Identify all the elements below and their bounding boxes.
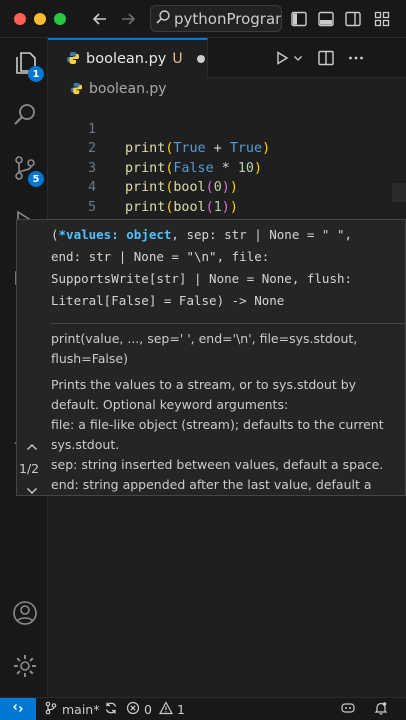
accounts-button[interactable] [8,598,42,632]
doc-line: file: a file-like object (stream); defau… [51,417,384,452]
warning-icon [158,700,173,718]
error-icon [126,701,140,718]
toggle-primary-sidebar-icon[interactable] [287,7,311,31]
doc-line: end: string appended after the last valu… [51,477,372,492]
copilot-status[interactable] [340,698,356,720]
more-actions-icon[interactable] [344,46,368,70]
search-view-button[interactable] [8,100,42,134]
search-icon [155,9,171,29]
signature-help-popup[interactable]: (*values: object, sep: str | None = " ",… [16,219,406,496]
python-file-icon [66,50,80,69]
warning-count: 1 [176,701,185,717]
back-arrow-icon[interactable] [88,7,112,31]
doc-line: sep: string inserted between values, def… [51,457,384,472]
code-line-active: 6 print(bool('Subs [48,198,406,255]
explorer-button[interactable]: 1 [8,48,44,82]
gear-icon [11,652,39,684]
explorer-badge: 1 [28,66,44,82]
doc-signature: print(value, ..., sep=' ', end='\n', fil… [51,331,358,366]
unsaved-dot-icon[interactable] [196,55,205,63]
split-editor-icon[interactable] [314,46,338,70]
branch-status[interactable]: main* [44,698,99,720]
git-branch-icon [44,701,58,718]
code-editor[interactable]: 1 print(True + True) 2 print(False * 10)… [48,100,406,255]
editor-tab-bar: boolean.py U [48,38,406,78]
tab-filename: boolean.py [86,51,167,67]
doc-line: Prints the values to a stream, or to sys… [51,377,357,412]
error-count: 0 [144,701,152,717]
search-icon [12,102,38,132]
sync-button[interactable] [104,698,118,720]
code-line: 3 print(bool(0)) [48,139,406,196]
next-overload-chevron-down-icon[interactable] [25,482,39,494]
minimize-window-button[interactable] [34,13,46,25]
manage-settings-button[interactable] [8,651,42,685]
toggle-secondary-sidebar-icon[interactable] [341,7,365,31]
code-line: 5 print(bool('')) [48,178,406,235]
toggle-panel-icon[interactable] [314,7,338,31]
code-line: 1 print(True + True) [48,100,406,157]
copilot-icon [340,701,356,718]
account-icon [11,599,39,631]
maximize-window-button[interactable] [54,13,66,25]
code-line: 4 print(bool(1)) [48,159,406,215]
title-bar: pythonPrograms [0,0,406,38]
search-label: pythonPrograms [174,9,281,28]
untracked-indicator: U [172,51,183,67]
close-window-button[interactable] [14,13,26,25]
code-line: 2 print(False * 10) [48,120,406,176]
active-parameter: *values: object [58,227,172,242]
run-options-chevron-down-icon[interactable] [286,46,310,70]
divider [51,323,405,324]
overload-counter: 1/2 [19,461,40,476]
breadcrumb-file: boolean.py [89,81,167,97]
breadcrumb[interactable]: boolean.py [48,78,406,100]
remote-icon [11,700,25,719]
source-control-badge: 5 [28,171,44,187]
bell-icon [374,701,388,718]
forward-arrow-icon[interactable] [116,7,140,31]
notifications-button[interactable] [374,698,388,720]
signature-text: (*values: object, sep: str | None = " ",… [51,227,353,308]
python-file-icon [70,80,83,99]
customize-layout-icon[interactable] [370,7,394,31]
previous-overload-chevron-up-icon[interactable] [25,438,39,450]
branch-name: main* [62,701,100,717]
tab-boolean-py[interactable]: boolean.py U [48,38,208,78]
remote-indicator-button[interactable] [0,698,36,720]
status-bar: main* 0 1 [0,697,406,720]
source-control-button[interactable]: 5 [8,153,44,187]
problems-status[interactable]: 0 1 [126,698,185,720]
command-center-search[interactable]: pythonPrograms [150,5,282,32]
sync-icon [104,701,118,718]
